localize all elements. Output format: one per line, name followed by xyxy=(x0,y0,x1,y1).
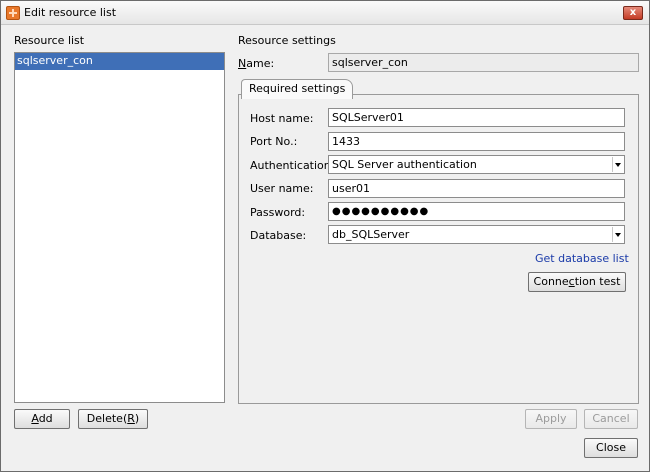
conn-label-pre: Conne xyxy=(533,275,569,288)
edit-resource-list-window: Edit resource list x Resource list sqlse… xyxy=(0,0,650,472)
user-name-input[interactable]: user01 xyxy=(328,179,625,198)
database-value: db_SQLServer xyxy=(332,228,410,241)
database-label: Database: xyxy=(250,229,307,242)
close-button[interactable]: Close xyxy=(584,438,638,458)
delete-label-key: R xyxy=(127,412,135,425)
port-label: Port No.: xyxy=(250,135,298,148)
resource-list-header: Resource list xyxy=(14,34,85,47)
user-name-label: User name: xyxy=(250,182,314,195)
add-button[interactable]: Add xyxy=(14,409,70,429)
name-label-key: N xyxy=(238,57,247,70)
add-label-post: dd xyxy=(38,412,53,425)
name-field[interactable]: sqlserver_con xyxy=(328,53,639,72)
conn-label-post: tion test xyxy=(574,275,621,288)
resource-list[interactable]: sqlserver_con xyxy=(14,52,225,403)
window-close-button[interactable]: x xyxy=(623,6,643,20)
authentication-label: Authentication: xyxy=(250,159,335,172)
apply-button[interactable]: Apply xyxy=(525,409,577,429)
resource-settings-header: Resource settings xyxy=(238,34,336,47)
host-name-input[interactable]: SQLServer01 xyxy=(328,108,625,127)
close-icon: x xyxy=(629,7,637,18)
authentication-value: SQL Server authentication xyxy=(332,158,477,171)
app-icon xyxy=(6,6,20,20)
authentication-select[interactable]: SQL Server authentication xyxy=(328,155,625,174)
host-name-label: Host name: xyxy=(250,112,314,125)
port-input[interactable]: 1433 xyxy=(328,132,625,151)
tab-required-settings[interactable]: Required settings xyxy=(241,79,354,99)
name-label-rest: ame: xyxy=(246,57,275,70)
delete-label-pre: Delete( xyxy=(86,412,128,425)
name-label: Name: xyxy=(238,57,274,70)
title-bar[interactable]: Edit resource list x xyxy=(1,1,649,25)
get-database-list-link[interactable]: Get database list xyxy=(535,252,629,265)
database-select[interactable]: db_SQLServer xyxy=(328,225,625,244)
password-label: Password: xyxy=(250,206,306,219)
connection-test-button[interactable]: Connection test xyxy=(528,272,626,292)
window-title: Edit resource list xyxy=(24,6,117,19)
cancel-button[interactable]: Cancel xyxy=(584,409,638,429)
delete-button[interactable]: Delete(R) xyxy=(78,409,148,429)
delete-label-post: ) xyxy=(134,412,140,425)
list-item[interactable]: sqlserver_con xyxy=(15,53,224,70)
chevron-down-icon[interactable] xyxy=(612,157,623,172)
chevron-down-icon[interactable] xyxy=(612,227,623,242)
password-input[interactable]: ●●●●●●●●●● xyxy=(328,202,625,221)
add-label-key: A xyxy=(31,412,39,425)
